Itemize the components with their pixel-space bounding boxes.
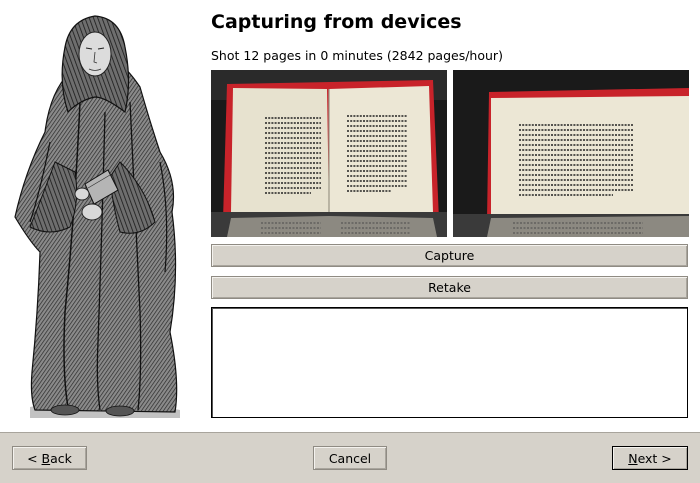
back-button-rest: ack <box>50 450 72 466</box>
retake-button[interactable]: Retake <box>211 276 688 299</box>
next-button-mnemonic: N <box>628 450 638 466</box>
capture-log-textbox[interactable] <box>211 307 688 418</box>
preview-right-image <box>453 70 689 237</box>
next-button-rest: ext > <box>637 450 672 466</box>
next-button[interactable]: Next > <box>612 446 688 470</box>
capture-button[interactable]: Capture <box>211 244 688 267</box>
capture-status: Shot 12 pages in 0 minutes (2842 pages/h… <box>211 48 503 63</box>
page-title: Capturing from devices <box>211 11 462 33</box>
back-button-mnemonic: B <box>41 450 51 466</box>
cancel-button[interactable]: Cancel <box>313 446 387 470</box>
preview-left-image <box>211 70 447 237</box>
wizard-button-bar: < Back Cancel Next > <box>0 432 700 483</box>
main-content: Capturing from devices Shot 12 pages in … <box>0 0 700 432</box>
back-button-prefix: < <box>27 450 42 466</box>
back-button[interactable]: < Back <box>12 446 87 470</box>
monk-illustration <box>14 15 180 418</box>
